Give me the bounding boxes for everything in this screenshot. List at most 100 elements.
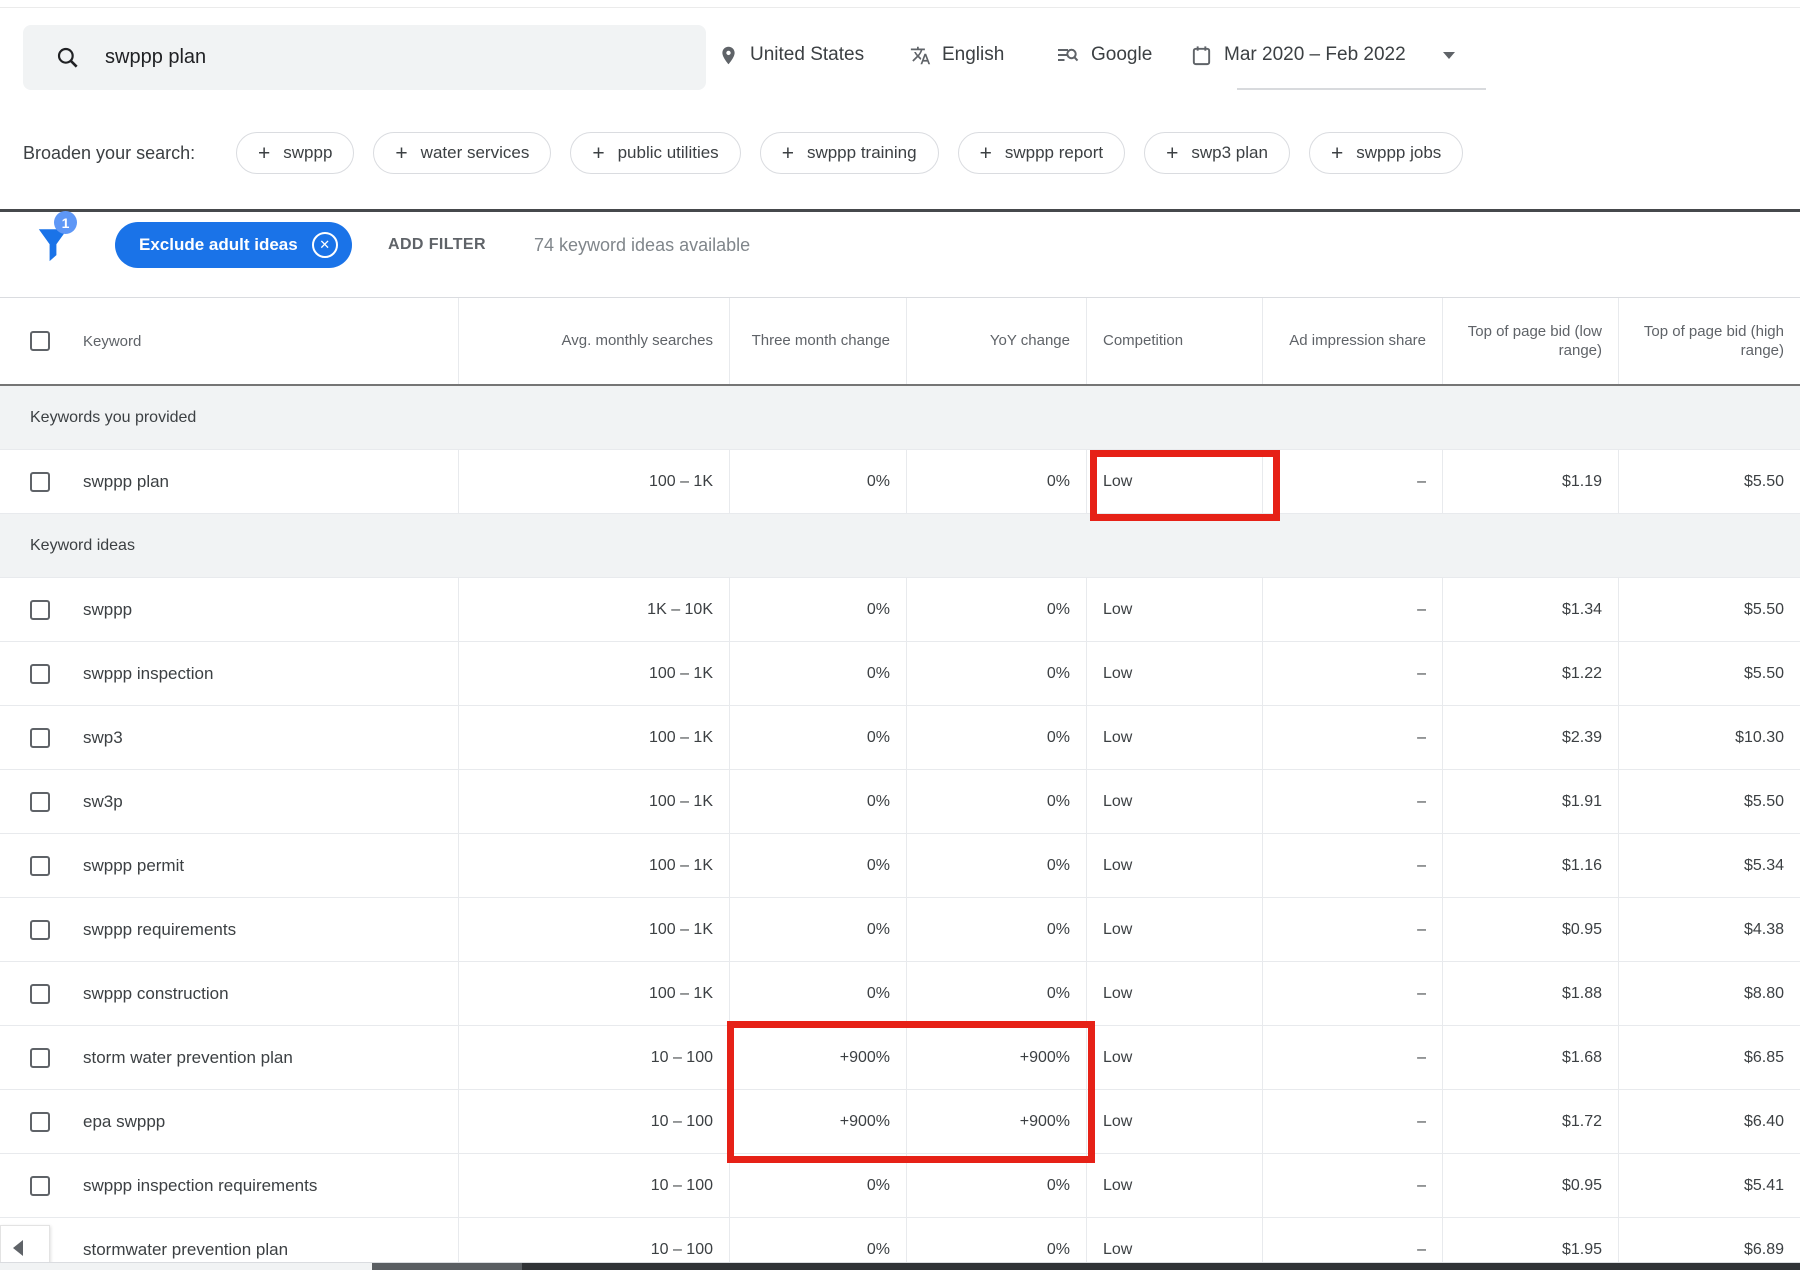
top-bid-high: $5.50: [1618, 770, 1800, 833]
top-divider: [0, 7, 1800, 8]
row-checkbox[interactable]: [30, 599, 50, 620]
language-label: English: [942, 44, 1005, 65]
keyword-label: swppp: [83, 599, 133, 619]
yoy-change: 0%: [906, 834, 1086, 897]
network-control[interactable]: Google: [1056, 25, 1152, 85]
date-range-label: Mar 2020 – Feb 2022: [1224, 44, 1406, 65]
add-filter-button[interactable]: ADD FILTER: [388, 222, 486, 268]
section-header-keywords-you-provided: Keywords you provided: [0, 386, 1800, 450]
header-avg-monthly-searches[interactable]: Avg. monthly searches: [458, 298, 729, 384]
chip-swp3-plan[interactable]: + swp3 plan: [1144, 132, 1290, 174]
row-checkbox[interactable]: [30, 1047, 50, 1068]
competition: Low: [1086, 834, 1262, 897]
chip-label: swppp: [283, 143, 333, 162]
chip-label: public utilities: [617, 143, 719, 162]
three-month-change: +900%: [729, 1090, 906, 1153]
broaden-search-label: Broaden your search:: [23, 142, 196, 163]
date-range-underline: [1237, 88, 1486, 90]
plus-icon: +: [592, 141, 605, 165]
chip-swppp[interactable]: + swppp: [236, 132, 355, 174]
chip-swppp-report[interactable]: + swppp report: [957, 132, 1126, 174]
header-keyword[interactable]: Keyword: [0, 298, 458, 384]
header-top-bid-high[interactable]: Top of page bid (high range): [1618, 298, 1800, 384]
top-bid-low: $1.88: [1442, 962, 1618, 1025]
horizontal-scrollbar-track[interactable]: [0, 1262, 1800, 1270]
chip-public-utilities[interactable]: + public utilities: [570, 132, 741, 174]
chevron-down-icon[interactable]: [1442, 51, 1455, 59]
top-bid-high: $5.34: [1618, 834, 1800, 897]
section-divider: [0, 209, 1800, 212]
keyword-label: swp3: [83, 727, 123, 747]
competition: Low: [1086, 578, 1262, 641]
header-top-bid-low[interactable]: Top of page bid (low range): [1442, 298, 1618, 384]
row-checkbox[interactable]: [30, 983, 50, 1004]
search-icon: [57, 47, 78, 68]
three-month-change: 0%: [729, 834, 906, 897]
header-competition[interactable]: Competition: [1086, 298, 1262, 384]
top-bid-high: $6.40: [1618, 1090, 1800, 1153]
select-all-checkbox[interactable]: [30, 331, 50, 351]
ad-impression-share: –: [1262, 1090, 1442, 1153]
row-checkbox[interactable]: [30, 1175, 50, 1196]
three-month-change: 0%: [729, 770, 906, 833]
chip-label: swppp jobs: [1356, 143, 1442, 162]
yoy-change: 0%: [906, 962, 1086, 1025]
top-bid-high: $10.30: [1618, 706, 1800, 769]
chip-swppp-jobs[interactable]: + swppp jobs: [1308, 132, 1464, 174]
table-row: swppp permit 100 – 1K 0% 0% Low – $1.16 …: [0, 834, 1800, 898]
active-filter-chip[interactable]: Exclude adult ideas ✕: [115, 222, 352, 268]
location-control[interactable]: United States: [718, 25, 864, 85]
search-query: swppp plan: [105, 46, 207, 68]
row-checkbox[interactable]: [30, 663, 50, 684]
yoy-change: 0%: [906, 706, 1086, 769]
header-three-month-change[interactable]: Three month change: [729, 298, 906, 384]
chip-label: swppp report: [1004, 143, 1104, 162]
header-yoy-change[interactable]: YoY change: [906, 298, 1086, 384]
date-range-control[interactable]: Mar 2020 – Feb 2022: [1190, 25, 1455, 85]
language-control[interactable]: English: [910, 25, 1004, 85]
section-header-keyword-ideas: Keyword ideas: [0, 514, 1800, 578]
arrow-left-icon: [13, 1239, 23, 1256]
table-row: sw3p 100 – 1K 0% 0% Low – $1.91 $5.50: [0, 770, 1800, 834]
competition: Low: [1086, 706, 1262, 769]
competition: Low: [1086, 1026, 1262, 1089]
competition: Low: [1086, 898, 1262, 961]
keyword-label: swppp plan: [83, 471, 170, 491]
ad-impression-share: –: [1262, 770, 1442, 833]
row-checkbox[interactable]: [30, 919, 50, 940]
yoy-change: 0%: [906, 770, 1086, 833]
top-bid-low: $1.91: [1442, 770, 1618, 833]
table-row: swppp construction 100 – 1K 0% 0% Low – …: [0, 962, 1800, 1026]
header-ad-impression-share[interactable]: Ad impression share: [1262, 298, 1442, 384]
plus-icon: +: [979, 141, 992, 165]
keyword-label: epa swppp: [83, 1111, 166, 1131]
avg-monthly-searches: 100 – 1K: [458, 834, 729, 897]
avg-monthly-searches: 100 – 1K: [458, 770, 729, 833]
row-checkbox[interactable]: [30, 1111, 50, 1132]
ad-impression-share: –: [1262, 834, 1442, 897]
row-checkbox[interactable]: [30, 791, 50, 812]
avg-monthly-searches: 100 – 1K: [458, 962, 729, 1025]
ad-impression-share: –: [1262, 450, 1442, 513]
top-bid-high: $5.50: [1618, 450, 1800, 513]
plus-icon: +: [1330, 141, 1344, 165]
plus-icon: +: [1166, 141, 1179, 165]
plus-icon: +: [781, 141, 794, 165]
table-header-row: Keyword Avg. monthly searches Three mont…: [0, 297, 1800, 386]
three-month-change: 0%: [729, 962, 906, 1025]
network-label: Google: [1091, 44, 1153, 65]
broaden-chips: + swppp + water services + public utilities…: [236, 132, 1464, 174]
three-month-change: +900%: [729, 1026, 906, 1089]
horizontal-scrollbar-thumb[interactable]: [372, 1263, 1800, 1270]
chip-water-services[interactable]: + water services: [373, 132, 552, 174]
three-month-change: 0%: [729, 706, 906, 769]
chip-swppp-training[interactable]: + swppp training: [759, 132, 939, 174]
search-input[interactable]: swppp plan: [23, 25, 706, 90]
row-checkbox[interactable]: [30, 727, 50, 748]
remove-filter-icon[interactable]: ✕: [311, 232, 338, 258]
row-checkbox[interactable]: [30, 855, 50, 876]
plus-icon: +: [258, 141, 271, 165]
row-checkbox[interactable]: [30, 471, 50, 492]
keyword-label: swppp permit: [83, 855, 185, 875]
avg-monthly-searches: 100 – 1K: [458, 450, 729, 513]
